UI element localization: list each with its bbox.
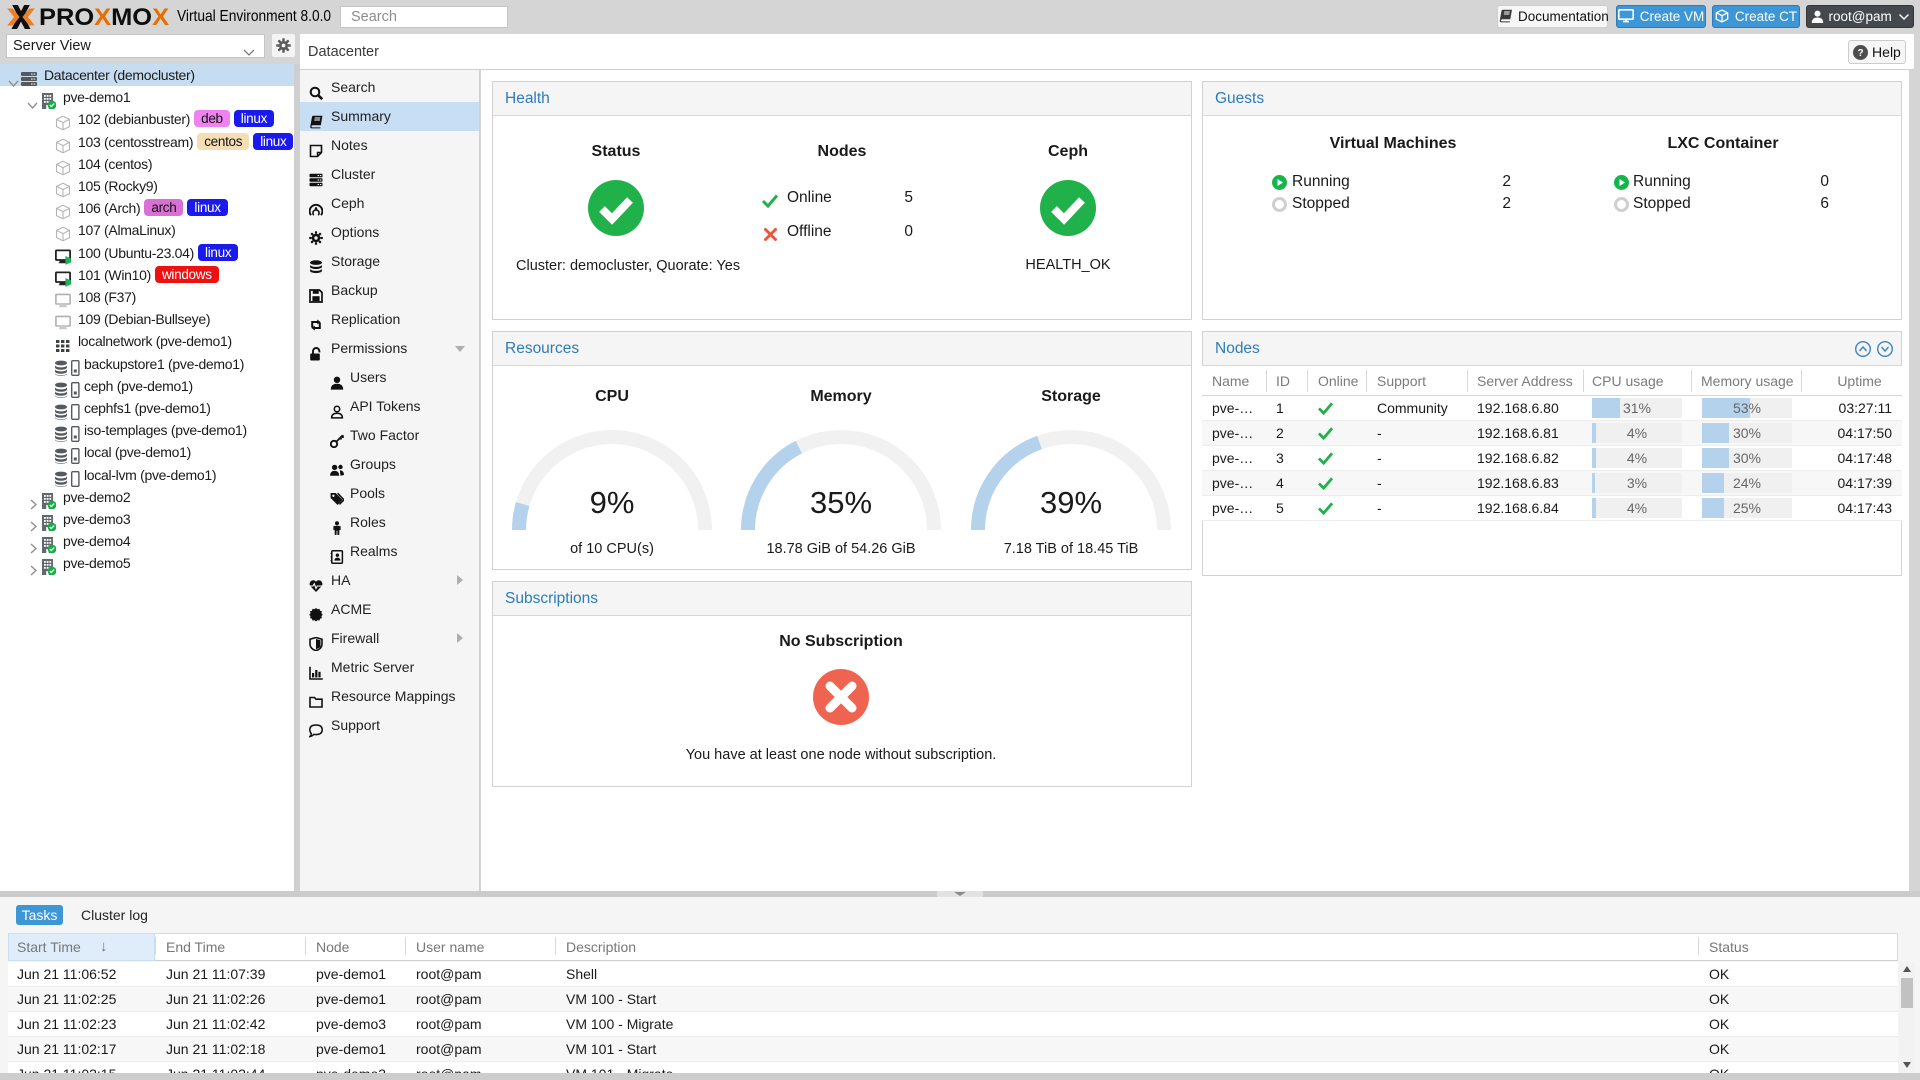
svg-text:?: ? xyxy=(1858,48,1864,59)
